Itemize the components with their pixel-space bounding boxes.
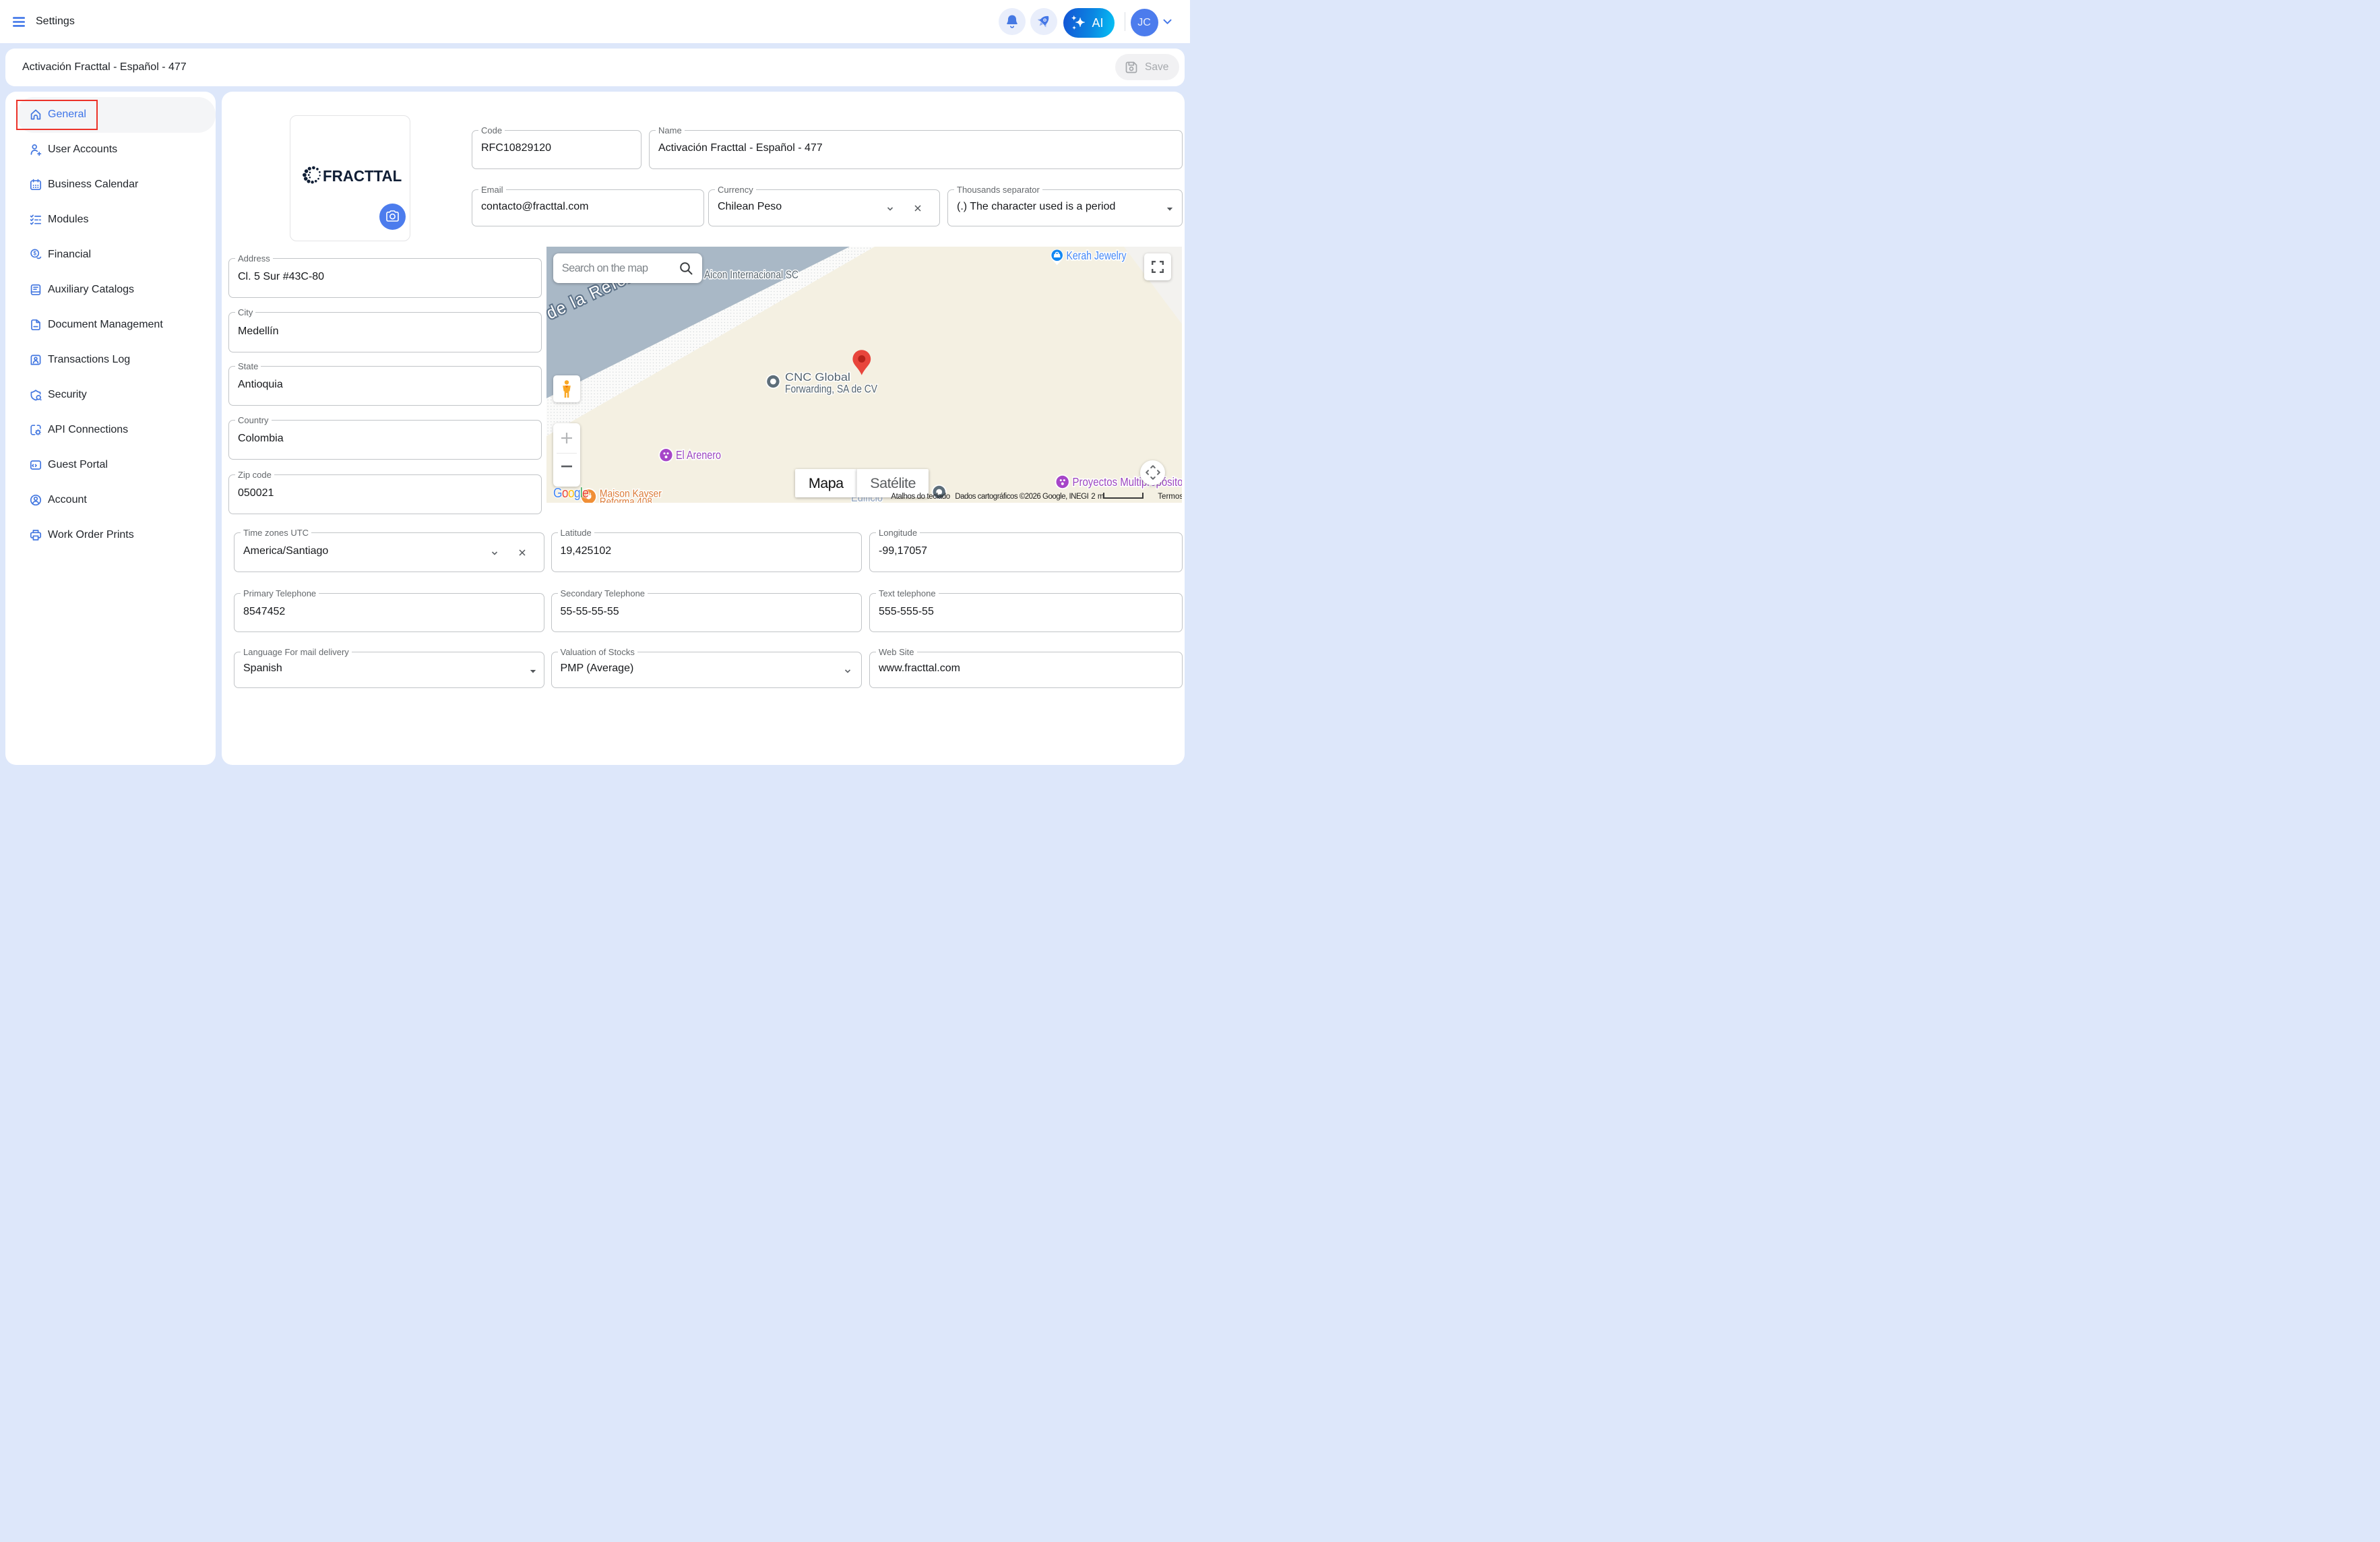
svg-text:Aicon Internacional SC: Aicon Internacional SC (704, 268, 798, 281)
svg-text:El Arenero: El Arenero (676, 448, 721, 462)
svg-text:CNC Global: CNC Global (785, 371, 850, 383)
svg-text:Forwarding, SA de CV: Forwarding, SA de CV (785, 382, 878, 395)
svg-text:Kerah Jewelry: Kerah Jewelry (1067, 249, 1127, 262)
svg-text:Proyectos Multipropósito: Proyectos Multipropósito (1073, 475, 1183, 489)
svg-text:Reforma 408: Reforma 408 (600, 496, 652, 503)
svg-text:$: $ (33, 251, 36, 257)
